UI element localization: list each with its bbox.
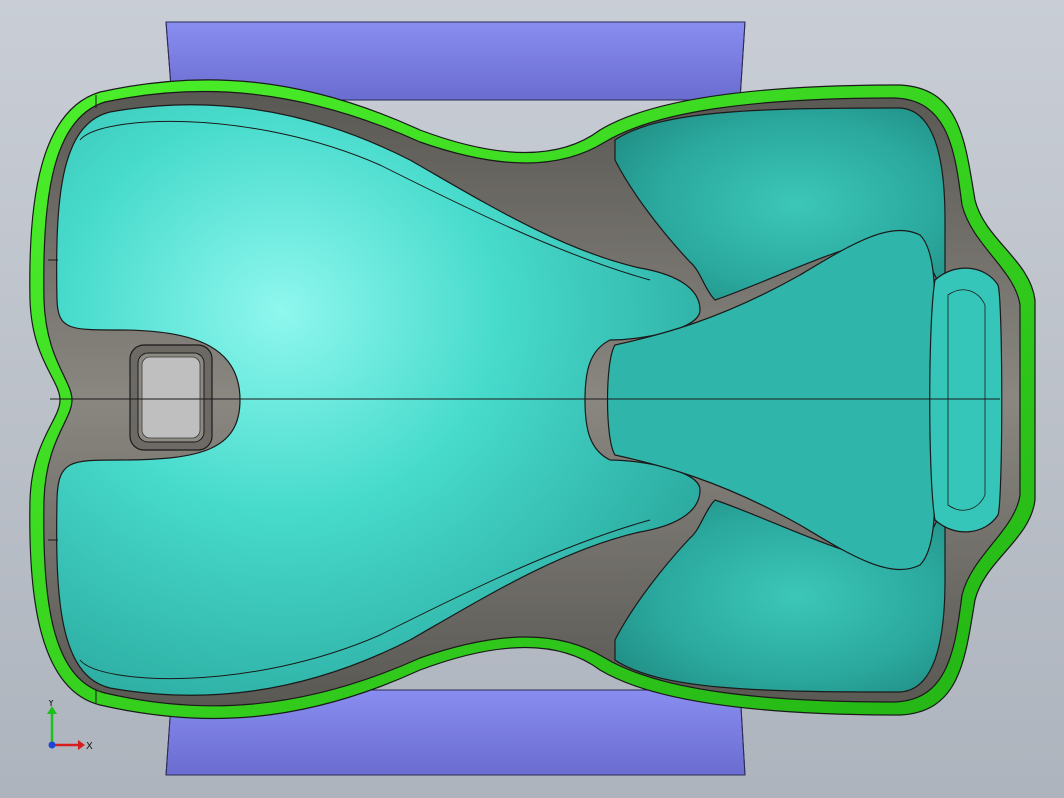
cad-viewport[interactable] [0,0,1064,798]
z-axis-dot [48,741,56,749]
headrest[interactable] [929,267,1003,533]
x-axis-label: X [86,741,93,752]
y-axis-label: Y [47,700,55,709]
seat-opening[interactable] [129,344,213,451]
x-axis-head [78,740,85,750]
coordinate-triad: X Y [47,700,93,752]
